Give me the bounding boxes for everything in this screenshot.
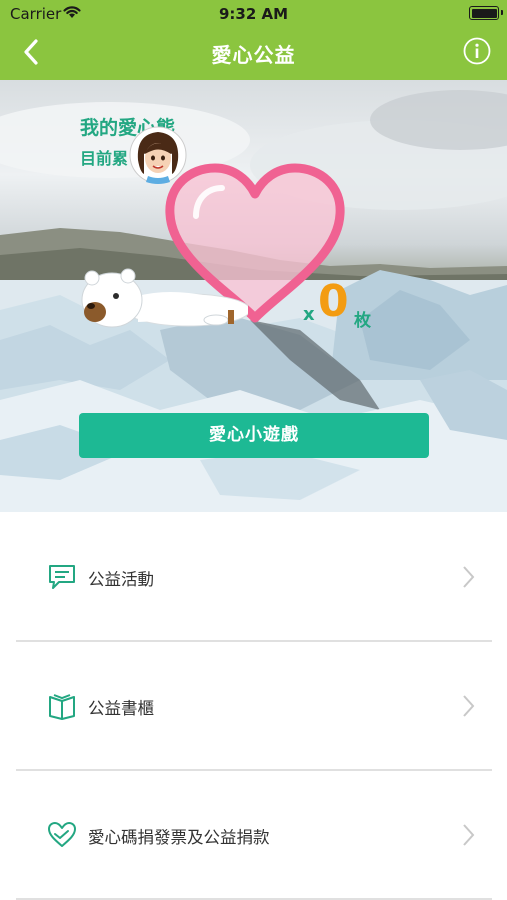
- chevron-right-icon: [463, 566, 475, 588]
- book-icon: [49, 694, 75, 720]
- heart-count: 0: [318, 276, 349, 327]
- nav-bar: 愛心公益: [0, 27, 507, 80]
- count-prefix: x: [303, 304, 315, 325]
- menu-item-charity-bookshelf[interactable]: 公益書櫃: [0, 641, 507, 769]
- divider: [16, 898, 492, 900]
- info-icon[interactable]: [463, 37, 491, 65]
- menu-item-donation-code[interactable]: 愛心碼捐發票及公益捐款: [0, 770, 507, 898]
- chevron-right-icon: [463, 695, 475, 717]
- status-time: 9:32 AM: [218, 5, 289, 23]
- my-bear-subtitle: 目前累: [80, 149, 129, 168]
- battery-icon: [469, 6, 503, 20]
- page-title: 愛心公益: [211, 43, 296, 67]
- heart-hands-icon: [48, 822, 76, 847]
- status-bar: Carrier 9:32 AM: [0, 0, 507, 27]
- chat-bubble-icon: [49, 565, 75, 589]
- menu-item-charity-activities[interactable]: 公益活動: [0, 512, 507, 640]
- menu-item-label: 公益書櫃: [88, 699, 154, 718]
- menu-item-label: 愛心碼捐發票及公益捐款: [88, 828, 270, 847]
- love-game-button[interactable]: 愛心小遊戲: [79, 413, 429, 458]
- chevron-right-icon: [463, 824, 475, 846]
- menu-item-label: 公益活動: [88, 570, 154, 589]
- hero-banner: 我的愛心熊 目前累 x 0 枚 愛心小遊戲: [0, 80, 507, 512]
- count-unit: 枚: [354, 311, 371, 331]
- polar-bear-image: [81, 268, 248, 328]
